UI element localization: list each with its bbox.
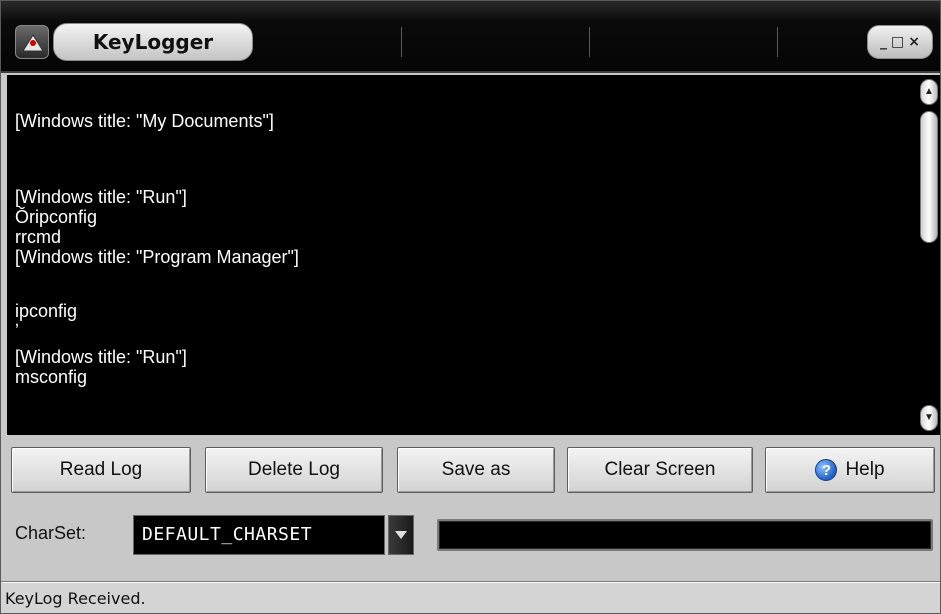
log-line: ipconfig (15, 301, 78, 321)
window-controls: _ □ × (867, 25, 933, 59)
read-log-button[interactable]: Read Log (11, 447, 191, 493)
title-divider (589, 27, 590, 57)
log-line: msconfig (15, 367, 88, 387)
scroll-down-icon[interactable]: ▼ (920, 405, 938, 431)
chevron-down-icon[interactable] (388, 515, 414, 555)
help-label: Help (845, 459, 885, 480)
log-line: rrcmd (15, 227, 61, 247)
help-icon: ? (815, 459, 838, 481)
save-as-button[interactable]: Save as (397, 447, 555, 493)
progress-bar (437, 519, 933, 551)
log-line: [Windows title: "Run"] (15, 347, 187, 367)
delete-log-label: Delete Log (248, 459, 340, 480)
title-divider (401, 27, 402, 57)
status-bar: KeyLog Received. (1, 581, 940, 613)
clear-screen-label: Clear Screen (604, 459, 716, 480)
title-bar[interactable]: KeyLogger _ □ × (1, 1, 940, 73)
log-output[interactable]: [Windows title: "My Documents"] [Windows… (7, 75, 918, 435)
scroll-up-icon[interactable]: ▲ (920, 79, 938, 105)
keylogger-window: KeyLogger _ □ × [Windows title: "My Docu… (0, 0, 941, 614)
log-line: [Windows title: "Program Manager"] (15, 247, 299, 267)
minimize-button[interactable]: _ (880, 34, 887, 50)
help-button[interactable]: ? Help (765, 447, 935, 493)
scroll-thumb[interactable] (920, 111, 938, 243)
log-line: [Windows title: "Run"] (15, 187, 187, 207)
log-line: [Windows title: "My Documents"] (15, 111, 274, 131)
maximize-button[interactable]: □ (891, 34, 904, 50)
charset-label: CharSet: (15, 523, 87, 543)
log-line: Ŏripconfig (15, 207, 98, 227)
window-title: KeyLogger (53, 23, 253, 61)
save-as-label: Save as (441, 459, 511, 480)
title-divider (777, 27, 778, 57)
read-log-label: Read Log (59, 459, 143, 480)
clear-screen-button[interactable]: Clear Screen (567, 447, 753, 493)
charset-select[interactable]: DEFAULT_CHARSET (133, 515, 385, 555)
log-scrollbar[interactable]: ▲ ▼ (918, 75, 940, 435)
log-line: ʼ (15, 321, 19, 341)
delete-log-button[interactable]: Delete Log (205, 447, 383, 493)
status-text: KeyLog Received. (5, 589, 146, 608)
app-logo-icon[interactable] (15, 25, 49, 59)
close-button[interactable]: × (908, 34, 920, 50)
